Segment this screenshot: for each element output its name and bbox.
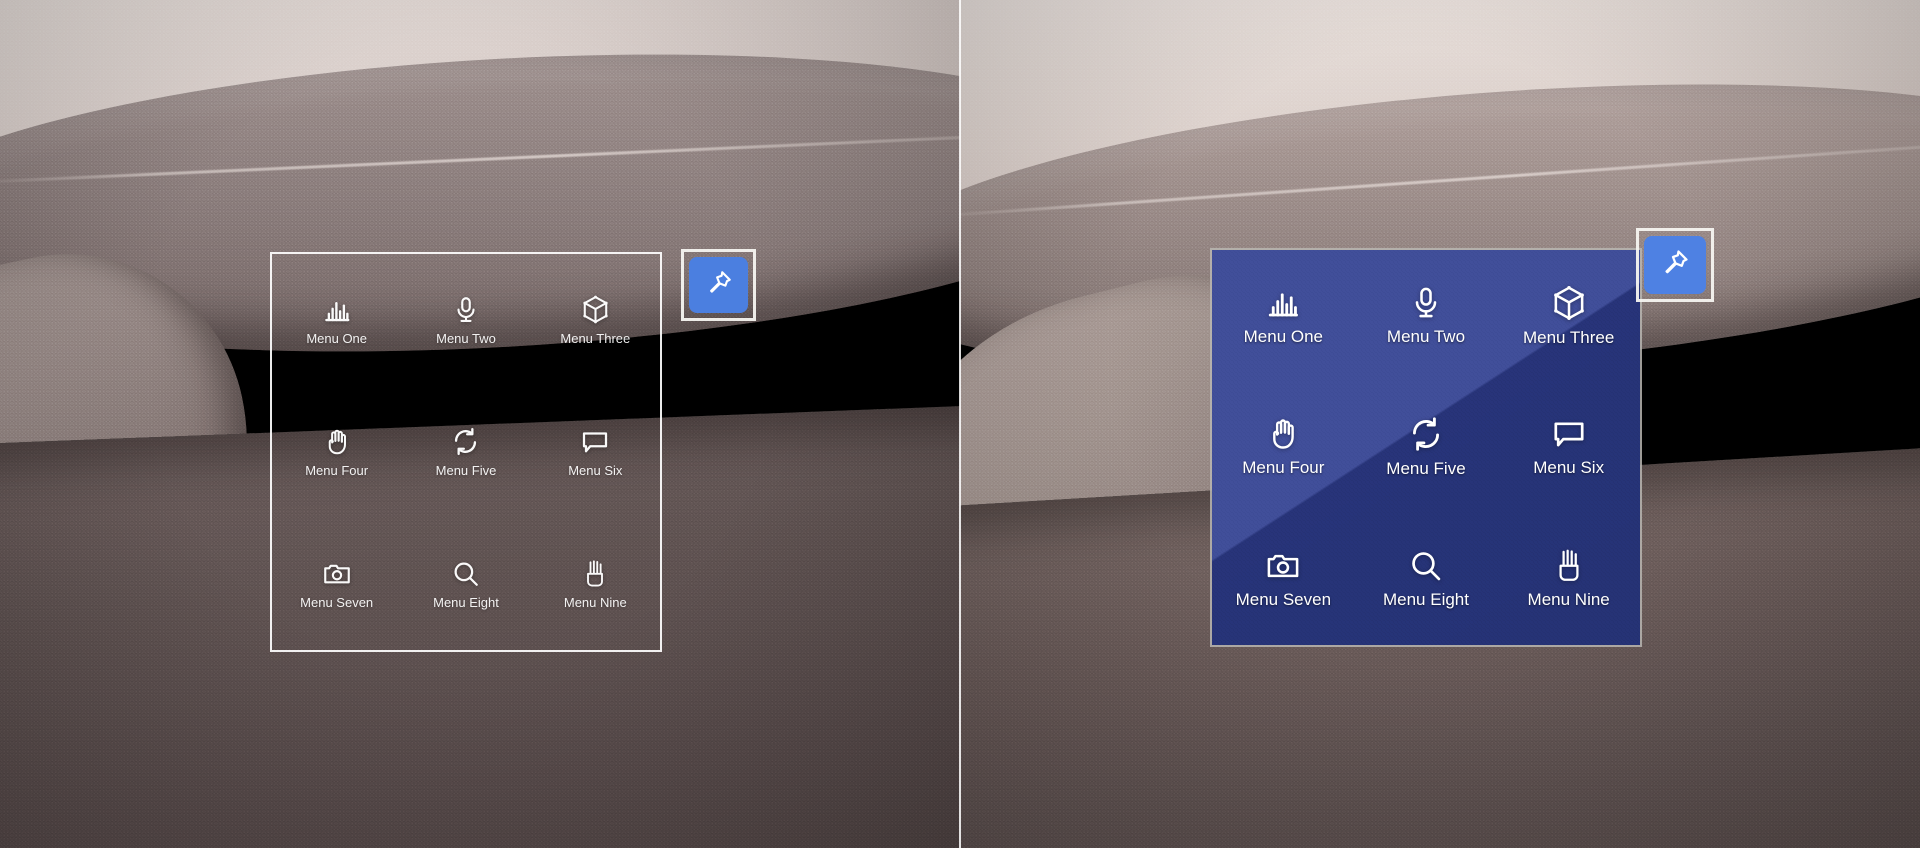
menu-item-menu-four[interactable]: Menu Four xyxy=(1212,382,1355,514)
menu-item-menu-three[interactable]: Menu Three xyxy=(1497,250,1640,382)
screenshot-root: Menu One Menu Two Menu Three Menu Four M… xyxy=(0,0,1920,848)
tap-hand-icon xyxy=(580,559,610,589)
menu-panel-transparent[interactable]: Menu One Menu Two Menu Three Menu Four M… xyxy=(270,252,662,652)
menu-item-label: Menu Five xyxy=(1386,459,1466,479)
menu-item-label: Menu Two xyxy=(1386,326,1466,346)
speech-bubble-icon xyxy=(580,427,610,457)
microphone-icon xyxy=(451,295,481,325)
menu-item-menu-eight[interactable]: Menu Eight xyxy=(1355,513,1498,645)
cube-3d-icon xyxy=(580,294,611,325)
camera-icon xyxy=(1265,548,1301,584)
menu-item-label: Menu Eight xyxy=(433,594,499,610)
menu-item-menu-six[interactable]: Menu Six xyxy=(1497,382,1640,514)
menu-item-menu-nine[interactable]: Menu Nine xyxy=(1497,513,1640,645)
menu-item-label: Menu One xyxy=(306,330,368,346)
camera-icon xyxy=(322,559,352,589)
menu-item-label: Menu Two xyxy=(436,330,496,346)
menu-item-label: Menu Six xyxy=(1533,458,1605,478)
menu-item-menu-four[interactable]: Menu Four xyxy=(272,386,401,518)
menu-item-menu-five[interactable]: Menu Five xyxy=(401,386,530,518)
menu-item-menu-two[interactable]: Menu Two xyxy=(401,254,530,386)
pin-button-fill xyxy=(1644,236,1706,294)
cube-3d-icon xyxy=(1550,284,1588,322)
pushpin-icon xyxy=(1659,247,1691,284)
menu-item-label: Menu One xyxy=(1243,326,1324,346)
refresh-sync-icon xyxy=(1407,415,1445,453)
menu-item-menu-five[interactable]: Menu Five xyxy=(1355,382,1498,514)
menu-item-label: Menu Six xyxy=(568,462,623,478)
split-view-divider xyxy=(959,0,961,848)
menu-item-label: Menu Four xyxy=(1242,458,1325,478)
menu-item-label: Menu Three xyxy=(1522,327,1615,347)
search-icon xyxy=(1408,548,1444,584)
menu-item-label: Menu Four xyxy=(305,462,369,478)
menu-grid: Menu One Menu Two Menu Three Menu Four M… xyxy=(272,254,660,650)
speech-bubble-icon xyxy=(1551,416,1587,452)
right-view: Menu One Menu Two Menu Three Menu Four M… xyxy=(960,0,1920,848)
refresh-sync-icon xyxy=(450,426,481,457)
bar-chart-icon xyxy=(322,295,352,325)
menu-grid: Menu One Menu Two Menu Three Menu Four M… xyxy=(1212,250,1640,645)
menu-item-menu-three[interactable]: Menu Three xyxy=(531,254,660,386)
microphone-icon xyxy=(1408,285,1444,321)
menu-item-label: Menu Nine xyxy=(1527,590,1610,610)
pin-button[interactable] xyxy=(681,249,756,321)
tap-hand-icon xyxy=(1551,548,1587,584)
open-hand-icon xyxy=(1265,416,1301,452)
menu-item-label: Menu Seven xyxy=(1235,590,1332,610)
pin-button-fill xyxy=(689,257,748,313)
menu-item-menu-one[interactable]: Menu One xyxy=(272,254,401,386)
menu-panel-opaque[interactable]: Menu One Menu Two Menu Three Menu Four M… xyxy=(1212,250,1640,645)
menu-item-menu-nine[interactable]: Menu Nine xyxy=(531,518,660,650)
left-view: Menu One Menu Two Menu Three Menu Four M… xyxy=(0,0,960,848)
open-hand-icon xyxy=(322,427,352,457)
menu-item-label: Menu Seven xyxy=(300,594,374,610)
pin-button[interactable] xyxy=(1636,228,1714,302)
menu-item-menu-seven[interactable]: Menu Seven xyxy=(1212,513,1355,645)
menu-item-menu-one[interactable]: Menu One xyxy=(1212,250,1355,382)
menu-item-menu-seven[interactable]: Menu Seven xyxy=(272,518,401,650)
bar-chart-icon xyxy=(1265,285,1301,321)
menu-item-label: Menu Eight xyxy=(1382,590,1469,610)
search-icon xyxy=(451,559,481,589)
menu-item-label: Menu Three xyxy=(560,331,631,346)
menu-item-label: Menu Five xyxy=(435,463,497,478)
pushpin-icon xyxy=(704,268,734,303)
menu-item-menu-two[interactable]: Menu Two xyxy=(1355,250,1498,382)
menu-item-menu-six[interactable]: Menu Six xyxy=(531,386,660,518)
menu-item-menu-eight[interactable]: Menu Eight xyxy=(401,518,530,650)
menu-item-label: Menu Nine xyxy=(563,594,627,610)
